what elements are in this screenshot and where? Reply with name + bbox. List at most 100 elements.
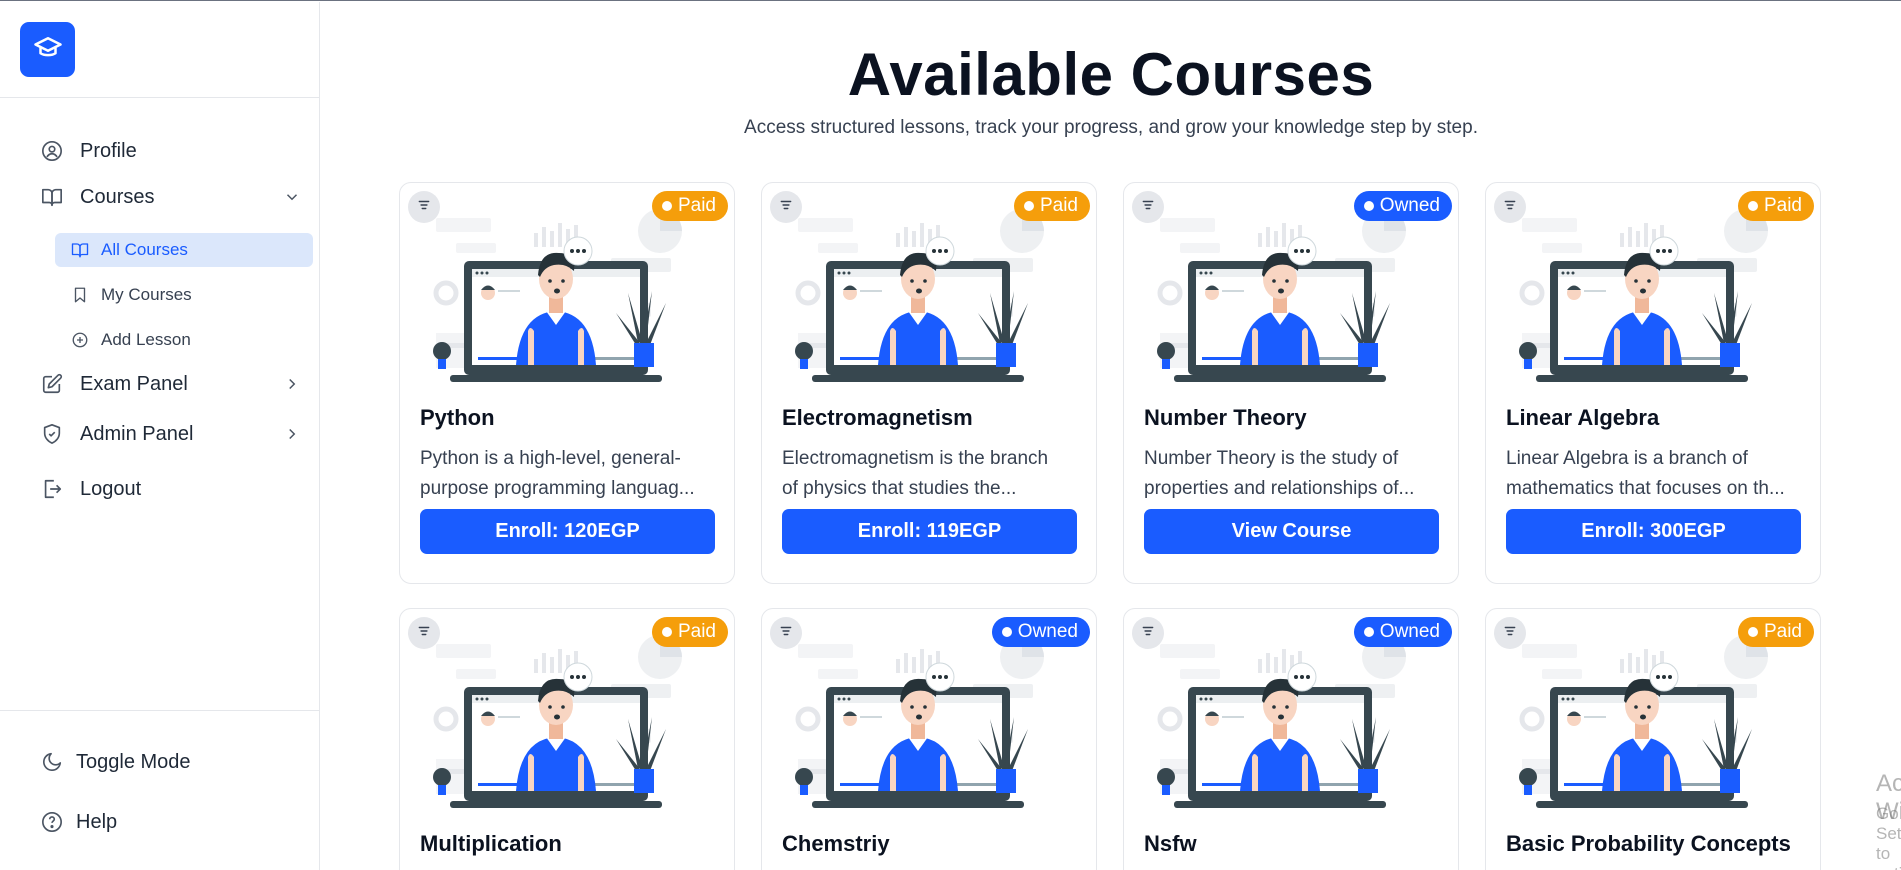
page-subtitle: Access structured lessons, track your pr… — [744, 117, 1478, 138]
course-description-line: Python is a high-level, general- — [420, 448, 681, 469]
book-open-icon — [40, 185, 64, 209]
sidebar-item-exam-panel[interactable]: Exam Panel — [40, 369, 300, 399]
status-badge: Paid — [1737, 617, 1814, 647]
card-menu-button[interactable] — [1494, 617, 1526, 649]
card-menu-button[interactable] — [770, 617, 802, 649]
sidebar-item-courses[interactable]: Courses — [40, 182, 300, 212]
sidebar-subitem-all-courses[interactable]: All Courses — [55, 233, 313, 267]
menu-icon — [417, 624, 431, 643]
course-thumbnail-image — [416, 193, 720, 383]
sidebar-subitem-add-lesson[interactable]: Add Lesson — [55, 323, 313, 357]
activate-windows-hint: Go to Settings to activate Windows. — [1876, 804, 1901, 870]
book-open-icon — [71, 241, 89, 259]
status-dot — [1363, 201, 1374, 211]
course-title: Number Theory — [1144, 405, 1307, 430]
edit-icon — [40, 372, 64, 396]
menu-icon — [1141, 624, 1155, 643]
sidebar-item-logout[interactable]: Logout — [40, 474, 141, 504]
chevron-down-icon — [282, 187, 302, 207]
card-menu-button[interactable] — [408, 191, 440, 223]
course-description-line: Linear Algebra is a branch of — [1506, 448, 1748, 469]
course-description: Electromagnetism is the branch of physics… — [782, 444, 1082, 504]
chevron-right-icon — [282, 424, 302, 444]
enroll-button[interactable]: Enroll: 300EGP — [1506, 509, 1801, 554]
sidebar-item-label: Courses — [80, 185, 155, 208]
course-thumbnail-image — [1502, 619, 1806, 809]
status-badge-label: Paid — [677, 195, 716, 216]
card-menu-button[interactable] — [1132, 617, 1164, 649]
status-badge: Owned — [1353, 191, 1452, 221]
menu-icon — [1503, 198, 1517, 217]
status-dot — [1363, 627, 1374, 637]
card-menu-button[interactable] — [408, 617, 440, 649]
logout-icon — [40, 477, 64, 501]
sidebar-item-label: Exam Panel — [80, 372, 188, 395]
course-title: Basic Probability Concepts — [1506, 831, 1791, 856]
sidebar-subitem-label: Add Lesson — [101, 330, 191, 349]
status-badge: Paid — [1013, 191, 1090, 221]
enroll-button[interactable]: Enroll: 119EGP — [782, 509, 1077, 554]
course-thumbnail-image — [1140, 619, 1444, 809]
enroll-button[interactable]: Enroll: 120EGP — [420, 509, 715, 554]
status-badge-label: Paid — [677, 621, 716, 642]
course-thumbnail-image — [778, 193, 1082, 383]
sidebar-subitem-my-courses[interactable]: My Courses — [55, 278, 313, 312]
main-content: Available Courses Access structured less… — [321, 2, 1901, 870]
status-badge-label: Owned — [1379, 621, 1440, 642]
page-title: Available Courses — [847, 41, 1375, 108]
logo[interactable] — [20, 22, 75, 77]
course-title: Chemstriy — [782, 831, 890, 856]
course-title: Electromagnetism — [782, 405, 973, 430]
status-dot — [1023, 201, 1034, 211]
sidebar-item-admin-panel[interactable]: Admin Panel — [40, 419, 300, 449]
course-card[interactable]: Paid Linear Algebra Linear Algebra is a br… — [1485, 182, 1821, 584]
course-card[interactable]: Paid Python Python is a high-level, genera… — [399, 182, 735, 584]
sidebar-item-profile[interactable]: Profile — [40, 136, 137, 166]
course-description: Python is a high-level, general-purpose … — [420, 444, 720, 504]
card-menu-button[interactable] — [770, 191, 802, 223]
shield-check-icon — [40, 422, 64, 446]
course-card[interactable]: Paid Electromagnetism Electromagnetism is … — [761, 182, 1097, 584]
menu-icon — [779, 624, 793, 643]
status-dot — [1747, 627, 1758, 637]
toggle-mode-button[interactable]: Toggle Mode — [40, 747, 191, 777]
course-card[interactable]: Paid Multiplication — [399, 608, 735, 870]
sidebar-item-label: Logout — [80, 477, 142, 500]
card-menu-button[interactable] — [1132, 191, 1164, 223]
course-title: Python — [420, 405, 495, 430]
status-badge: Paid — [651, 191, 728, 221]
menu-icon — [417, 198, 431, 217]
course-card[interactable]: Owned Nsfw — [1123, 608, 1459, 870]
course-description-line: Electromagnetism is the branch — [782, 448, 1049, 469]
status-badge-label: Paid — [1763, 195, 1802, 216]
status-badge-label: Paid — [1763, 621, 1802, 642]
course-description-line: purpose programming languag... — [420, 478, 695, 499]
course-card[interactable]: Owned Chemstriy — [761, 608, 1097, 870]
status-dot — [1747, 201, 1758, 211]
status-badge: Paid — [1737, 191, 1814, 221]
moon-icon — [40, 750, 64, 774]
course-title: Linear Algebra — [1506, 405, 1660, 430]
course-description: Number Theory is the study of properties … — [1144, 444, 1444, 504]
help-button[interactable]: Help — [40, 807, 117, 837]
bookmark-icon — [71, 286, 89, 304]
course-card[interactable]: Owned Number Theory Number Theory is the s… — [1123, 182, 1459, 584]
chevron-right-icon — [282, 374, 302, 394]
sidebar-item-label: Admin Panel — [80, 422, 194, 445]
status-badge: Owned — [991, 617, 1090, 647]
sidebar-divider — [0, 710, 320, 711]
menu-icon — [1503, 624, 1517, 643]
course-card[interactable]: Paid Basic Probability Concepts — [1485, 608, 1821, 870]
user-circle-icon — [40, 139, 64, 163]
menu-icon — [779, 198, 793, 217]
course-description-line: Number Theory is the study of — [1144, 448, 1399, 469]
menu-icon — [1141, 198, 1155, 217]
status-badge: Paid — [651, 617, 728, 647]
status-badge-label: Owned — [1017, 621, 1078, 642]
status-dot — [1001, 627, 1012, 637]
help-circle-icon — [40, 810, 64, 834]
card-menu-button[interactable] — [1494, 191, 1526, 223]
sidebar: Profile Courses All Courses My Courses A… — [0, 2, 320, 870]
view-course-button[interactable]: View Course — [1144, 509, 1439, 554]
toggle-mode-label: Toggle Mode — [76, 750, 191, 773]
